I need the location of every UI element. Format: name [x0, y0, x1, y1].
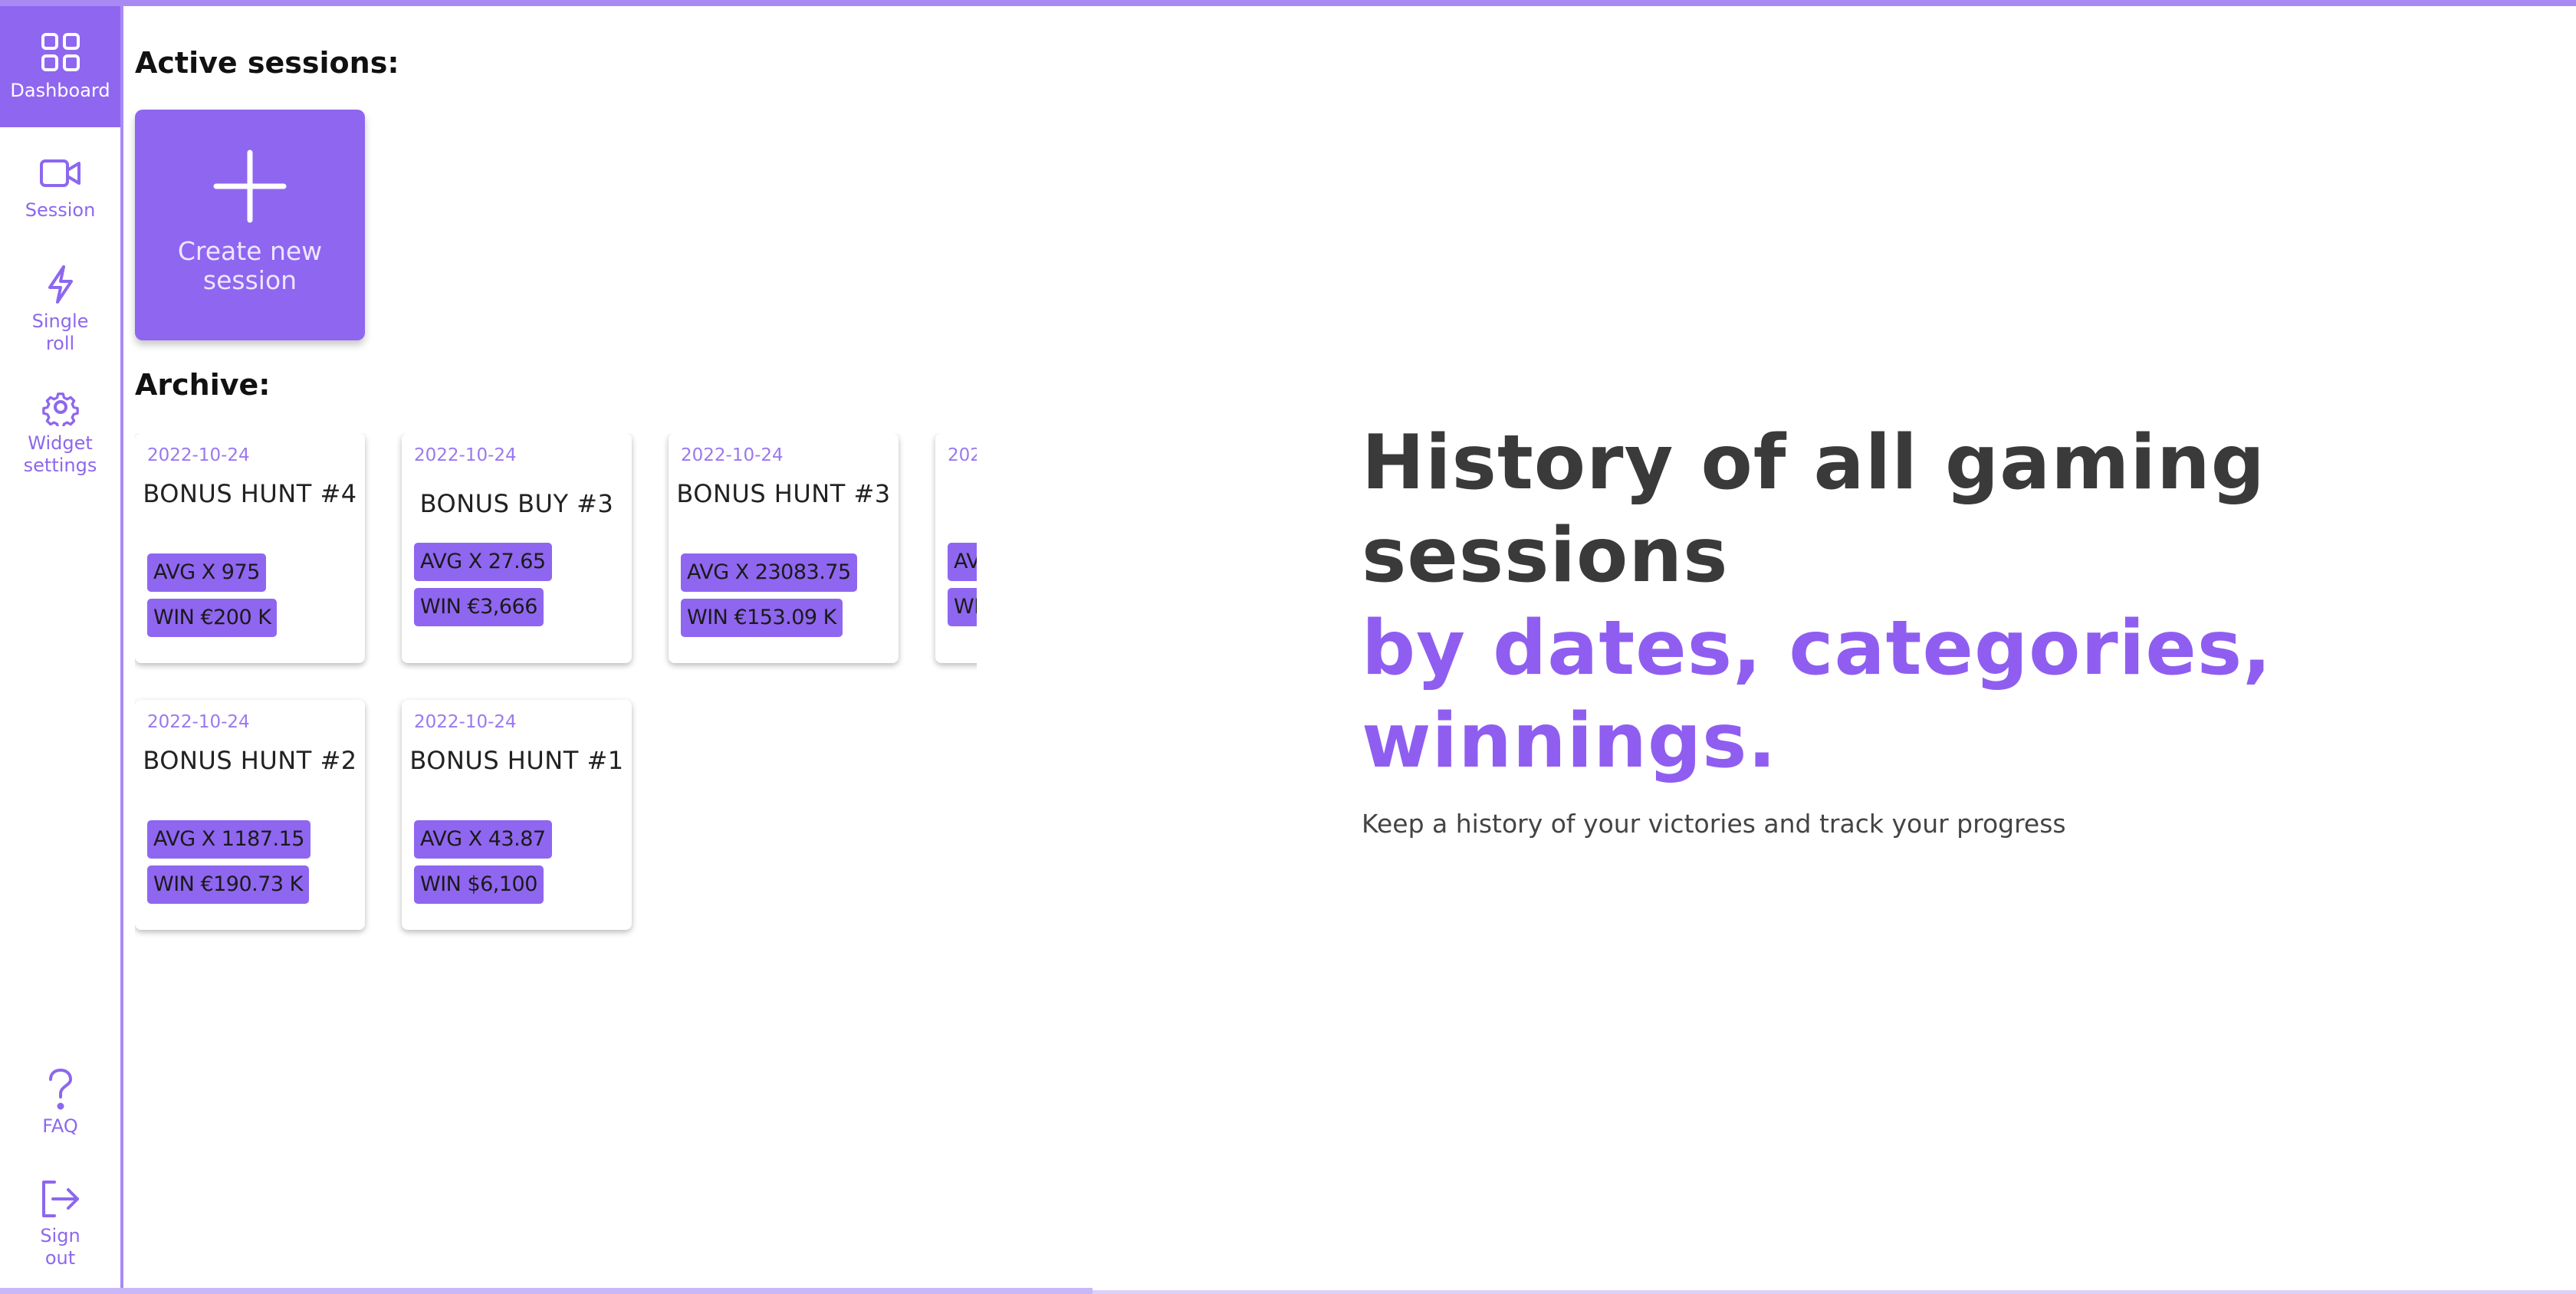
session-name: BONUS HUNT #2 — [143, 746, 357, 775]
avg-badge: AVG X 27.65 — [414, 543, 552, 581]
session-name: BONUS BUY #3 — [419, 489, 614, 518]
hero-accent-title: by dates, categories, winnings. — [1362, 605, 2272, 785]
win-badge: WIN €190.73 K — [147, 865, 309, 904]
archive-card[interactable]: 2022-10-24 BONUS HUNT #2 AVG X 1187.15 W… — [135, 700, 365, 930]
archive-card[interactable]: 2022-10-24 BONUS HUNT #3 AVG X 23083.75 … — [669, 433, 899, 663]
session-date: 2022-10-24 — [948, 445, 977, 465]
sidebar-item-sign-out[interactable]: Sign out — [0, 1179, 120, 1279]
session-date: 2022-10-24 — [147, 445, 250, 465]
archive-card[interactable]: 2022-10-24 BONUS HUNT #4 AVG X 975 WIN €… — [135, 433, 365, 663]
sidebar-item-label: Widget settings — [23, 432, 97, 476]
avg-badge: AVG — [948, 543, 977, 581]
sidebar-item-label: Single roll — [31, 310, 89, 354]
session-date: 2022-10-24 — [414, 712, 517, 732]
question-icon — [47, 1068, 74, 1111]
win-badge: WIN $6,100 — [414, 865, 544, 904]
top-accent-bar — [0, 0, 2576, 6]
win-badge: WIN €3,666 — [414, 588, 544, 626]
archive-title: Archive: — [135, 368, 271, 402]
lightning-icon — [45, 264, 76, 304]
archive-card[interactable]: 2022-10-24 BONUS BUY #3 AVG X 27.65 WIN … — [402, 433, 632, 663]
avg-badge: AVG X 1187.15 — [147, 820, 310, 859]
sidebar-item-label: Session — [25, 199, 96, 221]
session-name: BONUS HUNT #1 — [409, 746, 624, 775]
avg-badge: AVG X 975 — [147, 553, 266, 592]
win-badge: WIN — [948, 588, 977, 626]
sidebar-item-widget-settings[interactable]: Widget settings — [0, 388, 120, 488]
grid-icon — [41, 32, 80, 72]
archive-grid: 2022-10-24 BONUS HUNT #4 AVG X 975 WIN €… — [135, 433, 977, 954]
archive-card[interactable]: 2022-10-24 BONUS HUNT #1 AVG X 43.87 WIN… — [402, 700, 632, 930]
video-camera-icon — [39, 156, 82, 190]
hero-title: History of all gaming sessions — [1362, 419, 2266, 599]
plus-icon — [213, 149, 287, 226]
win-badge: WIN €200 K — [147, 599, 278, 637]
gear-icon — [41, 388, 80, 426]
create-session-button[interactable]: Create new session — [135, 110, 365, 340]
bottom-accent-bar — [0, 1288, 1092, 1294]
sign-out-icon — [39, 1179, 82, 1219]
sidebar-item-label: Sign out — [40, 1225, 80, 1269]
create-session-label: Create new session — [177, 236, 323, 295]
session-name: BONUS HUNT #3 — [676, 479, 891, 508]
win-badge: WIN €153.09 K — [681, 599, 843, 637]
active-sessions-title: Active sessions: — [135, 46, 399, 80]
session-date: 2022-10-24 — [414, 445, 517, 465]
bottom-accent-bar-light — [1092, 1290, 2576, 1294]
session-date: 2022-10-24 — [147, 712, 250, 732]
sidebar-item-label: FAQ — [42, 1115, 78, 1137]
avg-badge: AVG X 43.87 — [414, 820, 552, 859]
sidebar-item-session[interactable]: Session — [0, 156, 120, 233]
archive-card[interactable]: 2022-10-24 AVG WIN — [935, 433, 977, 663]
sidebar-item-single-roll[interactable]: Single roll — [0, 264, 120, 360]
sidebar-item-label: Dashboard — [10, 80, 110, 101]
session-name: BONUS HUNT #4 — [143, 479, 357, 508]
session-date: 2022-10-24 — [681, 445, 784, 465]
hero-subtitle: Keep a history of your victories and tra… — [1362, 809, 2066, 839]
sidebar: Dashboard Session Single roll Widget set… — [0, 6, 123, 1288]
avg-badge: AVG X 23083.75 — [681, 553, 857, 592]
sidebar-item-faq[interactable]: FAQ — [0, 1068, 120, 1145]
sidebar-item-dashboard[interactable]: Dashboard — [0, 6, 120, 127]
